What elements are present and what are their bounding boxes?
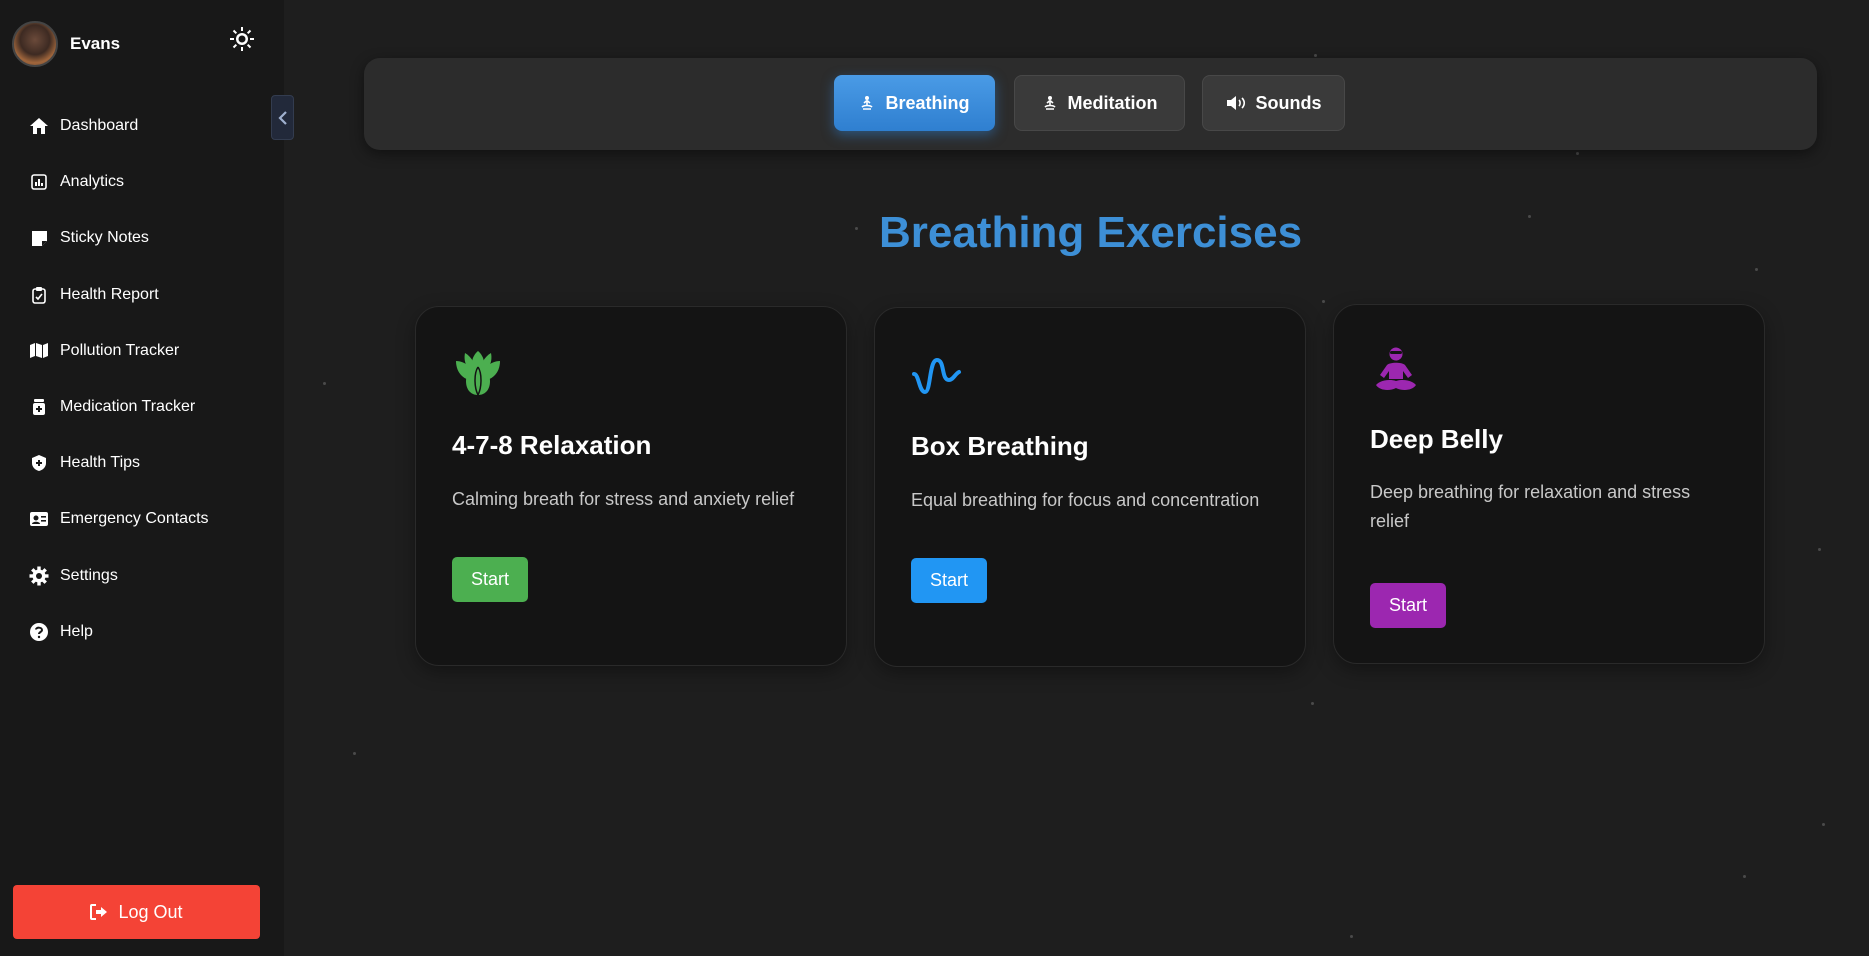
sidebar-item-label: Pollution Tracker (60, 341, 180, 359)
analytics-icon (28, 171, 50, 193)
start-button[interactable]: Start (452, 557, 528, 602)
meditation-icon (1370, 345, 1422, 397)
user-profile[interactable]: Evans (12, 21, 120, 67)
sidebar-item-label: Help (60, 622, 93, 640)
sidebar-item-sticky-notes[interactable]: Sticky Notes (0, 210, 284, 266)
logout-label: Log Out (118, 901, 183, 922)
speaker-icon (1226, 95, 1246, 111)
exercise-card: Deep Belly Deep breathing for relaxation… (1333, 304, 1765, 664)
exercise-description: Equal breathing for focus and concentrat… (911, 490, 1260, 510)
exercise-title: Deep Belly (1370, 424, 1503, 454)
exercise-title: Box Breathing (911, 431, 1089, 461)
sidebar-item-dashboard[interactable]: Dashboard (0, 98, 284, 154)
logout-icon (90, 904, 108, 920)
sidebar-collapse-button[interactable] (271, 95, 294, 140)
gear-icon (28, 565, 50, 587)
sidebar-item-health-tips[interactable]: Health Tips (0, 435, 284, 491)
shield-icon (28, 452, 50, 474)
theme-toggle-sun-icon[interactable] (229, 26, 255, 52)
meditation-icon (859, 95, 875, 111)
sidebar-item-label: Health Tips (60, 454, 141, 472)
sidebar-item-settings[interactable]: Settings (0, 548, 284, 604)
avatar[interactable] (12, 21, 58, 67)
sidebar-item-label: Emergency Contacts (60, 510, 209, 528)
contact-card-icon (28, 508, 50, 530)
sidebar-item-label: Analytics (60, 173, 125, 191)
sidebar-item-medication-tracker[interactable]: Medication Tracker (0, 379, 284, 435)
sidebar-item-pollution-tracker[interactable]: Pollution Tracker (0, 323, 284, 379)
exercise-description: Calming breath for stress and anxiety re… (452, 489, 795, 509)
sidebar-item-help[interactable]: Help (0, 604, 284, 660)
tab-breathing[interactable]: Breathing (834, 75, 995, 131)
wave-icon (911, 348, 963, 400)
start-button[interactable]: Start (911, 558, 987, 603)
app-root: Evans Dashboard Analytics Sticky Notes H… (0, 0, 1869, 956)
sidebar-item-label: Health Report (60, 285, 159, 303)
home-icon (28, 115, 50, 137)
exercise-description: Deep breathing for relaxation and stress… (1370, 482, 1691, 531)
exercise-type-tabs: Breathing Meditation Sounds (364, 58, 1817, 150)
tab-label: Sounds (1255, 92, 1322, 113)
logout-button[interactable]: Log Out (13, 885, 260, 939)
lotus-icon (452, 347, 504, 399)
tab-meditation[interactable]: Meditation (1014, 75, 1185, 131)
help-icon (28, 621, 50, 643)
sidebar-item-label: Sticky Notes (60, 229, 149, 247)
exercise-card: 4-7-8 Relaxation Calming breath for stre… (415, 306, 847, 666)
sidebar-nav: Dashboard Analytics Sticky Notes Health … (0, 98, 284, 660)
page-title: Breathing Exercises (878, 208, 1303, 257)
sidebar-item-health-report[interactable]: Health Report (0, 267, 284, 323)
clipboard-icon (28, 284, 50, 306)
start-button[interactable]: Start (1370, 583, 1446, 628)
sticky-note-icon (28, 227, 50, 249)
tab-label: Breathing (885, 92, 970, 113)
sidebar-item-label: Medication Tracker (60, 398, 196, 416)
sidebar: Evans Dashboard Analytics Sticky Notes H… (0, 0, 284, 956)
map-icon (28, 340, 50, 362)
tab-label: Meditation (1067, 92, 1158, 113)
chevron-left-icon (277, 110, 287, 125)
meditation-icon (1042, 95, 1058, 111)
exercise-card: Box Breathing Equal breathing for focus … (874, 307, 1306, 667)
sidebar-item-label: Settings (60, 566, 118, 584)
username: Evans (70, 34, 121, 53)
sidebar-item-analytics[interactable]: Analytics (0, 154, 284, 210)
tab-sounds[interactable]: Sounds (1202, 75, 1345, 131)
medication-icon (28, 396, 50, 418)
sidebar-item-label: Dashboard (60, 117, 139, 135)
sidebar-item-emergency-contacts[interactable]: Emergency Contacts (0, 491, 284, 547)
exercise-title: 4-7-8 Relaxation (452, 430, 652, 460)
